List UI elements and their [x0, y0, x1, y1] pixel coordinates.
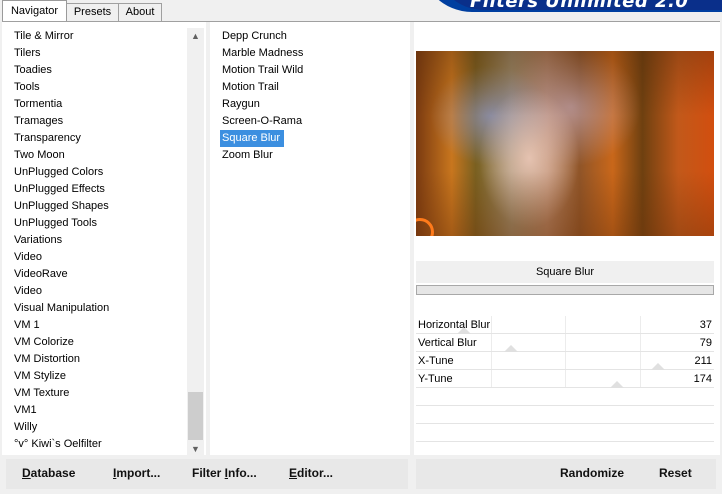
- randomize-button[interactable]: Randomize: [560, 466, 624, 480]
- filter-item[interactable]: Raygun: [220, 96, 264, 113]
- category-item[interactable]: VM Distortion: [11, 351, 203, 368]
- tab-presets[interactable]: Presets: [66, 3, 119, 21]
- category-item[interactable]: Video: [11, 249, 203, 266]
- empty-slider-row: [416, 388, 714, 406]
- filter-item[interactable]: Depp Crunch: [220, 28, 291, 45]
- category-item[interactable]: VM Texture: [11, 385, 203, 402]
- param-slider[interactable]: Y-Tune 174: [416, 370, 714, 388]
- app-banner: Filters Unlimited 2.0: [408, 0, 722, 12]
- reset-button[interactable]: Reset: [659, 466, 692, 480]
- param-value: 37: [699, 319, 712, 331]
- param-label: Horizontal Blur: [418, 319, 491, 331]
- filter-item-selected[interactable]: Square Blur: [220, 130, 285, 147]
- category-scrollbar[interactable]: ▲ ▼: [187, 28, 204, 458]
- category-item[interactable]: Tools: [11, 79, 203, 96]
- category-item[interactable]: Two Moon: [11, 147, 203, 164]
- tab-navigator[interactable]: Navigator: [2, 0, 67, 21]
- category-item[interactable]: °v° Kiwi`s Oelfilter: [11, 436, 203, 453]
- category-item[interactable]: Video: [11, 283, 203, 300]
- parameter-sliders: Horizontal Blur 37 Vertical Blur 79 X-Tune 21…: [416, 316, 714, 460]
- database-button[interactable]: Database: [22, 466, 75, 480]
- category-item[interactable]: Visual Manipulation: [11, 300, 203, 317]
- import-button[interactable]: Import...: [113, 466, 160, 480]
- slider-thumb[interactable]: [651, 363, 665, 370]
- filter-item[interactable]: Motion Trail Wild: [220, 62, 307, 79]
- banner-title: Filters Unlimited 2.0: [470, 0, 689, 12]
- category-item[interactable]: UnPlugged Tools: [11, 215, 203, 232]
- progress-bar: [416, 285, 714, 295]
- category-item[interactable]: Transparency: [11, 130, 203, 147]
- filter-item[interactable]: Motion Trail: [220, 79, 283, 96]
- filter-list[interactable]: Depp Crunch Marble Madness Motion Trail Wi…: [220, 28, 400, 164]
- category-item[interactable]: Tormentia: [11, 96, 203, 113]
- editor-button[interactable]: Editor...: [289, 466, 333, 480]
- panel-divider: [410, 22, 414, 456]
- filter-item[interactable]: Screen-O-Rama: [220, 113, 306, 130]
- category-item[interactable]: UnPlugged Colors: [11, 164, 203, 181]
- category-item[interactable]: Tilers: [11, 45, 203, 62]
- filter-item[interactable]: Zoom Blur: [220, 147, 277, 164]
- category-item[interactable]: VM Colorize: [11, 334, 203, 351]
- category-item[interactable]: VM1: [11, 402, 203, 419]
- category-item[interactable]: Tramages: [11, 113, 203, 130]
- tab-about[interactable]: About: [118, 3, 162, 21]
- category-item[interactable]: UnPlugged Shapes: [11, 198, 203, 215]
- category-item[interactable]: VM Stylize: [11, 368, 203, 385]
- right-button-group: Randomize Reset: [416, 459, 716, 489]
- param-label: Vertical Blur: [418, 337, 477, 349]
- left-button-group: Database Import... Filter Info... Editor…: [6, 459, 408, 489]
- category-list[interactable]: Tile & Mirror Tilers Toadies Tools Tormentia…: [11, 28, 203, 456]
- slider-thumb[interactable]: [504, 345, 518, 352]
- param-value: 79: [699, 337, 712, 349]
- category-item[interactable]: UnPlugged Effects: [11, 181, 203, 198]
- param-value: 211: [694, 355, 712, 367]
- param-label: X-Tune: [418, 355, 454, 367]
- param-slider[interactable]: Horizontal Blur 37: [416, 316, 714, 334]
- slider-thumb[interactable]: [610, 381, 624, 388]
- bottom-button-bar: Database Import... Filter Info... Editor…: [0, 455, 722, 494]
- filter-title: Square Blur: [416, 261, 714, 283]
- tab-bar: Navigator Presets About: [0, 0, 420, 21]
- filter-info-button[interactable]: Filter Info...: [192, 466, 257, 480]
- category-item[interactable]: Willy: [11, 419, 203, 436]
- scroll-up-icon[interactable]: ▲: [187, 28, 204, 45]
- navigator-panel: Tile & Mirror Tilers Toadies Tools Tormentia…: [2, 21, 720, 460]
- category-item[interactable]: Variations: [11, 232, 203, 249]
- category-item[interactable]: VM 1: [11, 317, 203, 334]
- param-value: 174: [693, 373, 712, 385]
- empty-slider-row: [416, 424, 714, 442]
- filter-preview-image: [416, 51, 714, 236]
- list-divider: [206, 22, 210, 456]
- category-item[interactable]: Toadies: [11, 62, 203, 79]
- param-slider[interactable]: X-Tune 211: [416, 352, 714, 370]
- param-slider[interactable]: Vertical Blur 79: [416, 334, 714, 352]
- scroll-thumb[interactable]: [188, 392, 203, 440]
- filter-item[interactable]: Marble Madness: [220, 45, 307, 62]
- param-label: Y-Tune: [418, 373, 453, 385]
- empty-slider-row: [416, 406, 714, 424]
- category-item[interactable]: VideoRave: [11, 266, 203, 283]
- category-item[interactable]: Tile & Mirror: [11, 28, 203, 45]
